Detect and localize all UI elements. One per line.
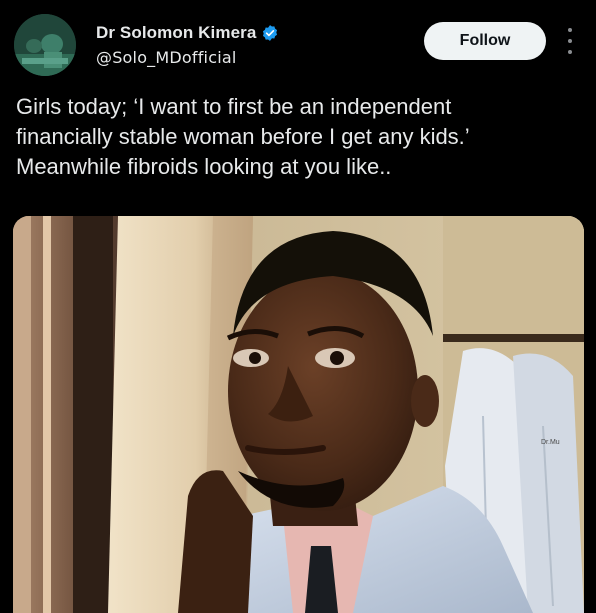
tweet-text-line: Girls today; ‘I want to first be an inde… — [16, 94, 452, 119]
tweet-header: Dr Solomon Kimera @Solo_MDofficial Follo… — [0, 0, 596, 80]
tweet-text-line: Meanwhile fibroids looking at you like.. — [16, 154, 392, 179]
more-dot — [568, 50, 572, 54]
author-name-row: Dr Solomon Kimera — [96, 22, 279, 44]
more-dot — [568, 39, 572, 43]
author-handle[interactable]: @Solo_MDofficial — [96, 48, 279, 67]
tweet-media-photo[interactable]: Dr.Mu — [13, 216, 584, 613]
more-vertical-icon[interactable] — [560, 28, 580, 54]
author-info: Dr Solomon Kimera @Solo_MDofficial — [96, 22, 279, 67]
follow-button[interactable]: Follow — [424, 22, 546, 60]
coat-label: Dr.Mu — [541, 439, 560, 446]
tweet-text-line: financially stable woman before I get an… — [16, 124, 470, 149]
more-dot — [568, 28, 572, 32]
verified-badge-icon — [261, 24, 279, 42]
profile-photo-avatar[interactable] — [14, 14, 76, 76]
tweet-text: Girls today; ‘I want to first be an inde… — [16, 92, 586, 182]
author-display-name[interactable]: Dr Solomon Kimera — [96, 23, 256, 43]
